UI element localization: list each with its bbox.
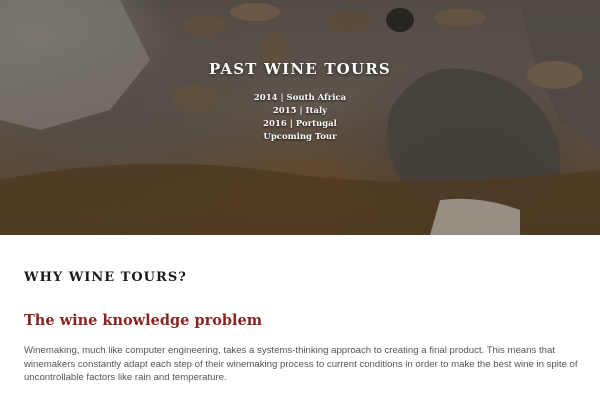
past-tours-list: 2014 | South Africa 2015 | Italy 2016 | … (0, 92, 600, 144)
section-heading: WHY WINE TOURS? (24, 270, 187, 285)
tour-link-upcoming[interactable]: Upcoming Tour (263, 132, 336, 142)
body-paragraph: Winemaking, much like computer engineeri… (24, 345, 578, 384)
list-item: 2014 | South Africa (0, 92, 600, 105)
list-item: 2015 | Italy (0, 105, 600, 118)
subheading: The wine knowledge problem (24, 312, 263, 329)
tour-link-2016[interactable]: 2016 | Portugal (263, 119, 337, 129)
tour-link-2014[interactable]: 2014 | South Africa (254, 93, 346, 103)
list-item: 2016 | Portugal (0, 118, 600, 131)
list-item: Upcoming Tour (0, 131, 600, 144)
tour-link-2015[interactable]: 2015 | Italy (273, 106, 327, 116)
hero-title: PAST WINE TOURS (209, 60, 391, 78)
hero-banner: PAST WINE TOURS 2014 | South Africa 2015… (0, 0, 600, 235)
